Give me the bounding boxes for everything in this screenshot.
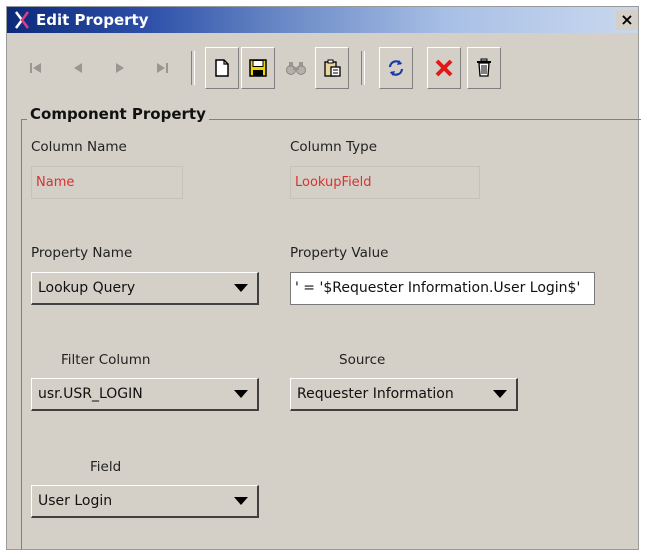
refresh-icon	[388, 60, 404, 76]
property-value-input[interactable]: ' = '$Requester Information.User Login$'	[290, 272, 595, 305]
column-name-label: Column Name	[31, 139, 127, 155]
close-button[interactable]: ×	[616, 10, 638, 30]
new-icon	[215, 59, 229, 77]
field-label: Field	[90, 459, 122, 475]
toolbar-separator	[191, 51, 195, 85]
title-bar[interactable]: Edit Property ×	[7, 7, 638, 33]
paste-button[interactable]	[315, 47, 349, 89]
filter-column-value: usr.USR_LOGIN	[38, 386, 143, 402]
filter-column-dropdown[interactable]: usr.USR_LOGIN	[31, 378, 259, 411]
column-name-field: Name	[31, 166, 183, 199]
save-button[interactable]	[241, 47, 275, 89]
delete-button[interactable]	[467, 47, 501, 89]
column-type-field: LookupField	[290, 166, 480, 199]
chevron-down-icon	[234, 497, 248, 505]
source-value: Requester Information	[297, 386, 454, 402]
new-button[interactable]	[205, 47, 239, 89]
chevron-down-icon	[234, 390, 248, 398]
close-icon: ×	[620, 10, 634, 29]
property-name-label: Property Name	[31, 245, 133, 261]
last-record-button[interactable]	[145, 47, 179, 89]
toolbar-separator	[361, 51, 365, 85]
previous-record-button[interactable]	[61, 47, 95, 89]
edit-property-window: Edit Property × Component Property Colum…	[6, 6, 641, 550]
app-logo-icon	[15, 11, 29, 29]
delete-icon	[477, 58, 491, 77]
next-record-button[interactable]	[103, 47, 137, 89]
source-label: Source	[339, 352, 386, 368]
column-type-label: Column Type	[290, 139, 377, 155]
property-value-label: Property Value	[290, 245, 389, 261]
chevron-down-icon	[234, 284, 248, 292]
refresh-button[interactable]	[379, 47, 413, 89]
last-record-icon	[157, 63, 168, 73]
window-title: Edit Property	[36, 11, 149, 29]
group-title: Component Property	[27, 105, 209, 123]
field-dropdown[interactable]: User Login	[31, 485, 259, 518]
source-dropdown[interactable]: Requester Information	[290, 378, 518, 411]
previous-record-icon	[74, 63, 82, 73]
first-record-button[interactable]	[19, 47, 53, 89]
cancel-icon	[435, 59, 453, 77]
find-icon	[286, 62, 306, 75]
find-button[interactable]	[279, 47, 313, 89]
toolbar	[7, 47, 638, 95]
first-record-icon	[30, 63, 41, 73]
next-record-icon	[116, 63, 124, 73]
field-value: User Login	[38, 493, 113, 509]
property-name-dropdown[interactable]: Lookup Query	[31, 272, 259, 305]
property-name-value: Lookup Query	[38, 280, 136, 296]
paste-icon	[324, 59, 341, 77]
filter-column-label: Filter Column	[61, 352, 151, 368]
cancel-button[interactable]	[427, 47, 461, 89]
chevron-down-icon	[493, 390, 507, 398]
save-icon	[249, 59, 267, 77]
